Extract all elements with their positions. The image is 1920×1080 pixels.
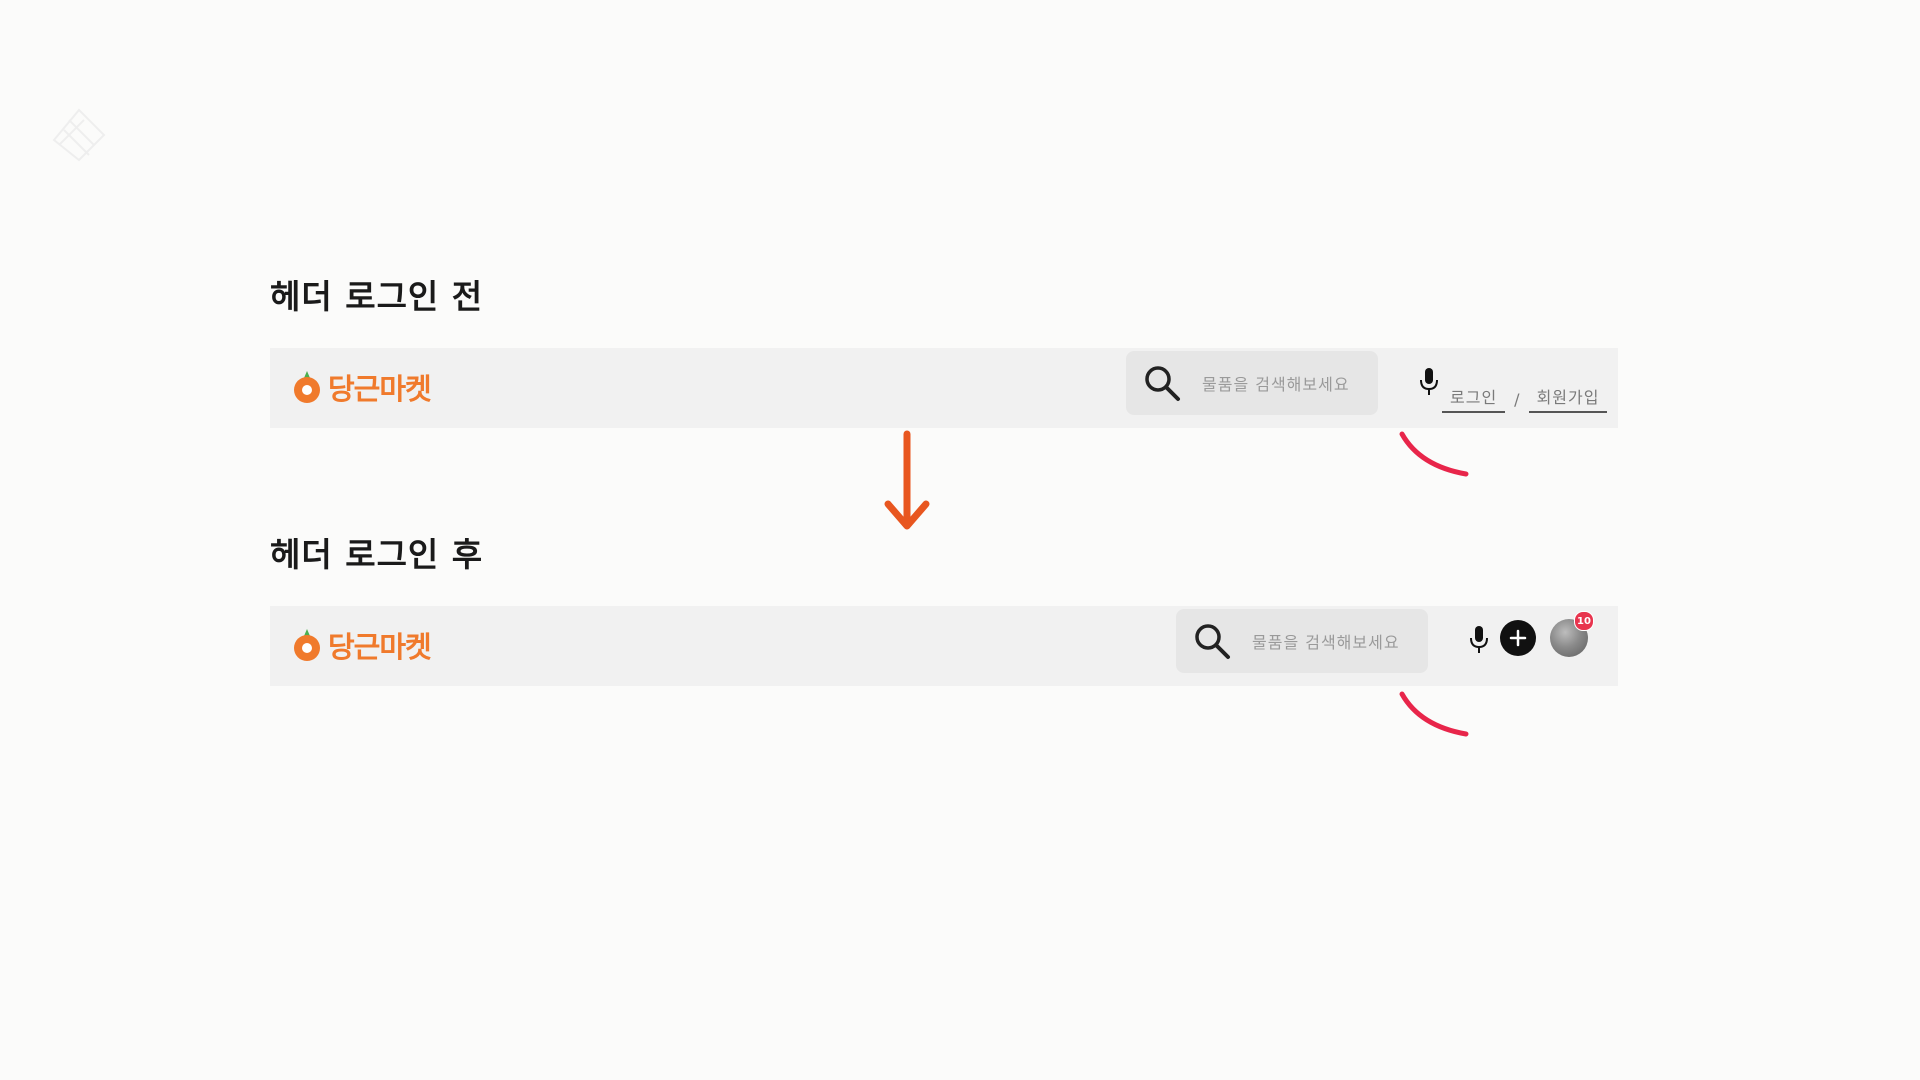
auth-separator: / xyxy=(1514,390,1520,409)
logo[interactable]: 당근마켓 xyxy=(290,620,432,670)
highlight-curve xyxy=(1399,431,1469,477)
microphone-icon[interactable] xyxy=(1416,366,1442,398)
search-placeholder: 물품을 검색해보세요 xyxy=(1202,375,1350,394)
search-input[interactable]: 물품을 검색해보세요 xyxy=(1126,351,1378,415)
carrot-icon xyxy=(294,629,320,661)
down-arrow-icon xyxy=(884,430,930,530)
section-title-before-login: 헤더 로그인 전 xyxy=(270,277,484,316)
add-item-button[interactable] xyxy=(1500,620,1536,656)
header-after-login: 당근마켓 물품을 검색해보세요 10 xyxy=(270,606,1618,686)
login-link[interactable]: 로그인 xyxy=(1442,384,1506,413)
microphone-icon[interactable] xyxy=(1466,624,1492,656)
carrot-icon xyxy=(294,371,320,403)
section-title-after-login: 헤더 로그인 후 xyxy=(270,535,484,574)
search-input[interactable]: 물품을 검색해보세요 xyxy=(1176,609,1428,673)
logo[interactable]: 당근마켓 xyxy=(290,362,432,412)
logo-text: 당근마켓 xyxy=(328,630,432,664)
notification-badge: 10 xyxy=(1574,611,1594,631)
search-icon xyxy=(1195,624,1230,659)
plus-icon xyxy=(1509,629,1527,647)
auth-links: 로그인 / 회원가입 xyxy=(1442,384,1608,413)
search-placeholder: 물품을 검색해보세요 xyxy=(1252,633,1400,652)
logo-text: 당근마켓 xyxy=(328,372,432,406)
search-icon xyxy=(1145,366,1180,401)
corner-decoration xyxy=(52,108,106,162)
header-before-login: 당근마켓 물품을 검색해보세요 로그인 / 회원가입 xyxy=(270,348,1618,428)
signup-link[interactable]: 회원가입 xyxy=(1528,384,1608,413)
highlight-curve xyxy=(1399,691,1469,737)
profile-menu[interactable]: 10 xyxy=(1550,611,1594,659)
